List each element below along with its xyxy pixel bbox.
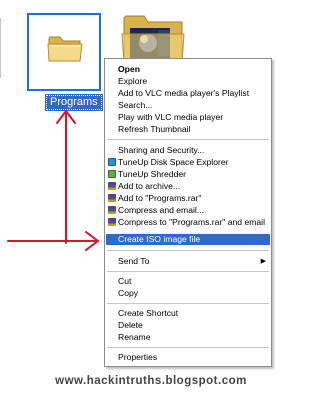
menu-item-properties[interactable]: Properties: [106, 352, 270, 363]
menu-item-label: Compress to "Programs.rar" and email: [118, 217, 265, 227]
menu-item-compress-to-rar-email[interactable]: Compress to "Programs.rar" and email: [106, 217, 270, 228]
menu-item-open[interactable]: Open: [106, 64, 270, 75]
menu-item-label: Add to archive...: [118, 181, 181, 191]
menu-item-play-vlc[interactable]: Play with VLC media player: [106, 112, 270, 123]
context-menu: Open Explore Add to VLC media player's P…: [104, 58, 272, 367]
menu-item-label: TuneUp Shredder: [118, 169, 186, 179]
tuneup-icon: [108, 158, 116, 166]
menu-item-rename[interactable]: Rename: [106, 332, 270, 343]
winrar-icon: [108, 182, 116, 190]
menu-item-create-shortcut[interactable]: Create Shortcut: [106, 308, 270, 319]
menu-separator: [107, 271, 269, 272]
menu-item-label: Compress and email...: [118, 205, 204, 215]
menu-item-label: Add to "Programs.rar": [118, 193, 202, 203]
menu-item-search[interactable]: Search...: [106, 100, 270, 111]
watermark-text: www.hackintruths.blogspot.com: [55, 375, 247, 387]
folder-label[interactable]: Programs: [45, 94, 103, 111]
menu-item-send-to[interactable]: Send To ▶: [106, 256, 270, 267]
winrar-icon: [108, 218, 116, 226]
menu-item-compress-email[interactable]: Compress and email...: [106, 205, 270, 216]
menu-item-add-vlc-playlist[interactable]: Add to VLC media player's Playlist: [106, 88, 270, 99]
menu-item-label: Send To: [118, 256, 150, 266]
menu-item-cut[interactable]: Cut: [106, 276, 270, 287]
menu-separator: [107, 347, 269, 348]
menu-item-copy[interactable]: Copy: [106, 288, 270, 299]
desktop: Programs Open Explore Add to VLC media p…: [0, 0, 302, 400]
submenu-arrow-icon: ▶: [260, 258, 266, 265]
folder-icon: [47, 36, 83, 62]
menu-separator: [107, 250, 269, 251]
menu-item-tuneup-disk-space[interactable]: TuneUp Disk Space Explorer: [106, 157, 270, 168]
menu-item-add-to-archive[interactable]: Add to archive...: [106, 181, 270, 192]
menu-item-explore[interactable]: Explore: [106, 76, 270, 87]
menu-item-label: TuneUp Disk Space Explorer: [118, 157, 229, 167]
winrar-icon: [108, 206, 116, 214]
menu-separator: [107, 139, 269, 140]
menu-item-sharing-security[interactable]: Sharing and Security...: [106, 145, 270, 156]
shredder-icon: [108, 170, 116, 178]
winrar-icon: [108, 194, 116, 202]
menu-item-delete[interactable]: Delete: [106, 320, 270, 331]
partial-item: [0, 18, 9, 78]
menu-separator: [107, 303, 269, 304]
menu-item-tuneup-shredder[interactable]: TuneUp Shredder: [106, 169, 270, 180]
menu-item-refresh-thumbnail[interactable]: Refresh Thumbnail: [106, 124, 270, 135]
folder-programs[interactable]: [27, 13, 101, 91]
menu-item-add-to-programs-rar[interactable]: Add to "Programs.rar": [106, 193, 270, 204]
menu-item-create-iso-image[interactable]: Create ISO image file: [106, 234, 270, 245]
